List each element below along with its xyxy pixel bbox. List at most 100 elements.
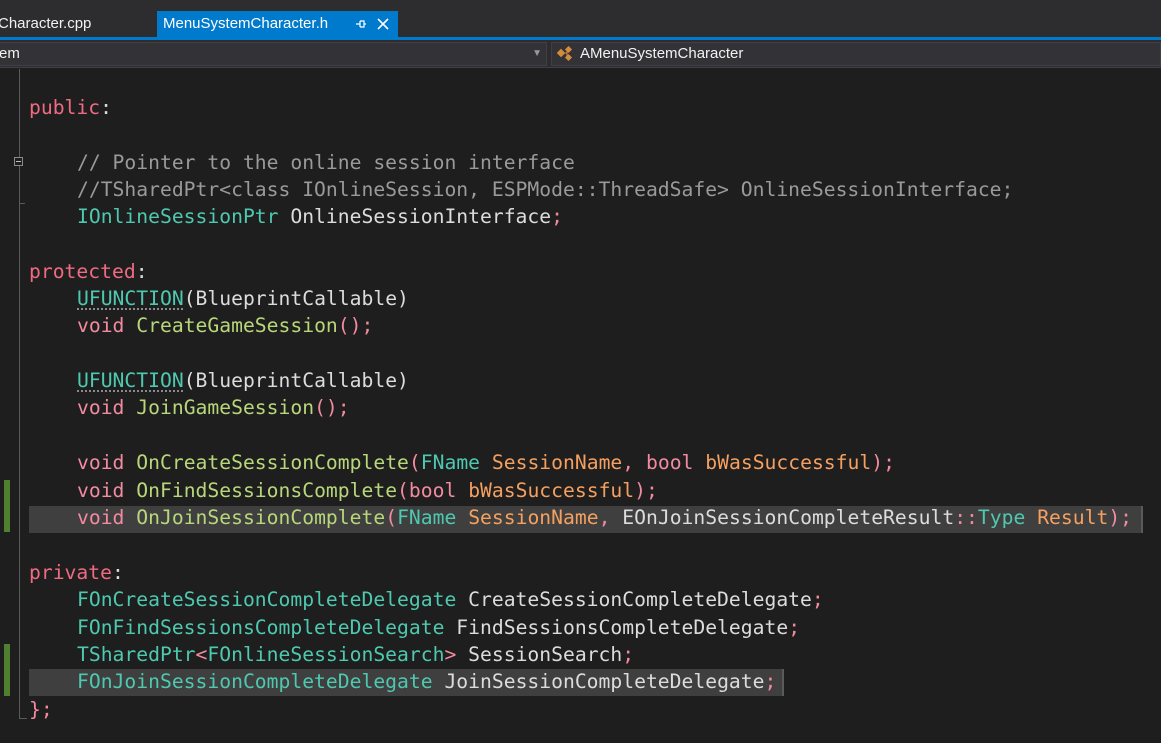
punctuation: }; <box>29 698 53 721</box>
parameter: SessionName <box>491 451 623 474</box>
code-line: UFUNCTION(BlueprintCallable) <box>77 285 409 312</box>
punctuation: ( <box>397 479 409 502</box>
access-specifier: public <box>29 96 101 119</box>
scope-operator: :: <box>954 506 978 529</box>
class-icon <box>556 45 575 62</box>
keyword: bool <box>408 479 457 502</box>
access-specifier: private <box>29 561 112 584</box>
type-name: IOnlineSessionPtr <box>77 205 279 228</box>
keyword: void <box>77 451 125 474</box>
project-dropdown[interactable]: em ▼ <box>0 42 547 66</box>
code-line: void JoinGameSession(); <box>77 394 350 421</box>
code-editor[interactable]: public: // Pointer to the online session… <box>0 69 1161 743</box>
punctuation: (); <box>337 314 374 337</box>
pin-icon[interactable] <box>352 11 370 37</box>
macro: UFUNCTION <box>77 287 184 310</box>
scope-dropdown-value: AMenuSystemCharacter <box>580 45 744 62</box>
punctuation: ); <box>634 479 658 502</box>
type-name: Type <box>977 506 1026 529</box>
punctuation: ); <box>1108 506 1133 529</box>
punctuation: ( <box>183 287 196 310</box>
tab-strip: Character.cpp MenuSystemCharacter.h <box>0 0 1161 37</box>
code-line: private: <box>29 559 124 586</box>
tab-menusystemcharacter-h[interactable]: MenuSystemCharacter.h <box>157 11 398 37</box>
punctuation: ; <box>811 588 824 611</box>
code-line: FOnJoinSessionCompleteDelegate JoinSessi… <box>77 668 776 695</box>
code-line: }; <box>29 696 53 723</box>
code-line: TSharedPtr<FOnlineSessionSearch> Session… <box>77 641 634 668</box>
type-name: FOnJoinSessionCompleteDelegate <box>77 670 433 693</box>
scope-dropdown[interactable]: AMenuSystemCharacter <box>551 42 1161 66</box>
macro: UFUNCTION <box>77 369 184 392</box>
keyword: void <box>77 506 125 529</box>
punctuation: ( <box>408 451 421 474</box>
scope-guide-line <box>19 69 20 719</box>
change-indicator <box>4 644 10 696</box>
collapse-toggle-icon[interactable] <box>14 157 23 166</box>
parameter: Result <box>1037 506 1109 529</box>
code-line: void CreateGameSession(); <box>77 312 373 339</box>
type-name: FOnFindSessionsCompleteDelegate <box>77 616 445 639</box>
punctuation: > <box>444 643 457 666</box>
keyword: bool <box>646 451 694 474</box>
punctuation: : <box>100 96 112 119</box>
change-indicator <box>4 480 10 532</box>
function-name: CreateGameSession <box>136 314 338 337</box>
navigation-bar: em ▼ AMenuSystemCharacter <box>0 40 1161 68</box>
code-line: protected: <box>29 258 148 285</box>
project-dropdown-value: em <box>0 45 20 62</box>
function-name: OnCreateSessionComplete <box>136 451 409 474</box>
type-name: FName <box>420 451 481 474</box>
comment: //TSharedPtr<class IOnlineSession, ESPMo… <box>77 178 1014 201</box>
punctuation: : <box>111 561 124 584</box>
identifier: FindSessionsCompleteDelegate <box>444 616 789 639</box>
code-line: void OnJoinSessionComplete(FName Session… <box>77 504 1132 531</box>
punctuation: ; <box>788 616 801 639</box>
type-name: FOnlineSessionSearch <box>207 643 445 666</box>
comment: // Pointer to the online session interfa… <box>77 151 575 174</box>
close-icon[interactable] <box>373 11 393 37</box>
code-line: FOnFindSessionsCompleteDelegate FindSess… <box>77 614 800 641</box>
tab-label: MenuSystemCharacter.h <box>163 15 329 32</box>
keyword: void <box>77 479 125 502</box>
code-line: FOnCreateSessionCompleteDelegate CreateS… <box>77 586 824 613</box>
type-name: TSharedPtr <box>77 643 196 666</box>
type-name: EOnJoinSessionCompleteResult <box>622 506 955 529</box>
keyword: void <box>77 314 125 337</box>
punctuation: ; <box>622 643 635 666</box>
tab-character-cpp[interactable]: Character.cpp <box>0 11 156 37</box>
keyword: void <box>77 396 125 419</box>
punctuation: ); <box>871 451 895 474</box>
punctuation: ; <box>551 205 563 228</box>
punctuation: ; <box>764 670 777 693</box>
code-line: UFUNCTION(BlueprintCallable) <box>77 367 409 394</box>
punctuation: , <box>598 506 623 529</box>
punctuation: ) <box>397 369 409 392</box>
identifier: CreateSessionCompleteDelegate <box>456 588 812 611</box>
identifier: BlueprintCallable <box>195 287 398 310</box>
code-line: // Pointer to the online session interfa… <box>77 149 575 176</box>
punctuation: ( <box>385 506 398 529</box>
identifier: JoinSessionCompleteDelegate <box>432 670 765 693</box>
tab-label: Character.cpp <box>0 15 92 32</box>
identifier: SessionSearch <box>456 643 623 666</box>
parameter: SessionName <box>468 506 599 529</box>
punctuation: < <box>195 643 208 666</box>
identifier: BlueprintCallable <box>195 369 398 392</box>
code-line: public: <box>29 94 112 121</box>
punctuation: : <box>135 260 148 283</box>
punctuation: (); <box>314 396 350 419</box>
code-line: void OnFindSessionsComplete(bool bWasSuc… <box>77 477 658 504</box>
parameter: bWasSuccessful <box>468 479 635 502</box>
access-specifier: protected <box>29 260 136 283</box>
punctuation: , <box>622 451 646 474</box>
type-name: FName <box>397 506 457 529</box>
